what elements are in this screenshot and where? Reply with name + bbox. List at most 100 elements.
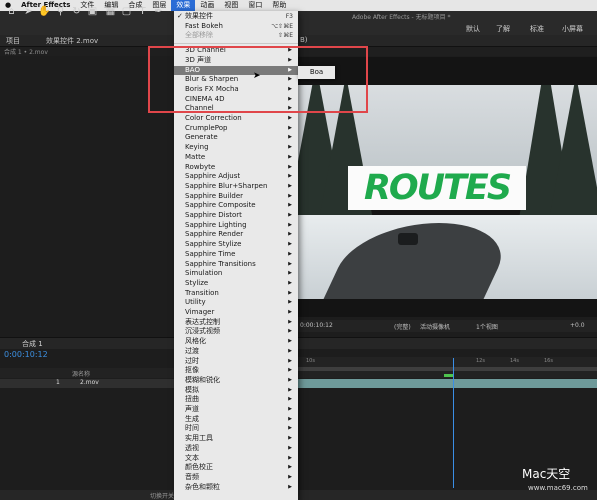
submenu-arrow-icon: ▶ <box>288 270 292 277</box>
menu-item-41[interactable]: 声道 ▶ <box>174 405 298 415</box>
menu-view[interactable]: 视图 <box>219 0 243 11</box>
viewer-timecode[interactable]: 0:00:10:12 <box>300 322 333 329</box>
submenu-arrow-icon: ▶ <box>288 454 292 461</box>
pan-tool-icon[interactable]: ▦ <box>104 5 117 18</box>
menu-item-label: Fast Bokeh <box>185 21 223 30</box>
menu-item-22[interactable]: Sapphire Lighting ▶ <box>174 221 298 231</box>
menu-item-16[interactable]: Rowbyte ▶ <box>174 163 298 173</box>
menu-item-44[interactable]: 实用工具 ▶ <box>174 434 298 444</box>
menu-item-40[interactable]: 扭曲 ▶ <box>174 395 298 405</box>
menu-item-0[interactable]: ✓ 效果控件 F3 <box>174 12 298 22</box>
menu-item-38[interactable]: 模糊和锐化 ▶ <box>174 376 298 386</box>
workspace-default[interactable]: 默认 <box>466 24 480 34</box>
menu-item-29[interactable]: Transition ▶ <box>174 289 298 299</box>
menu-item-43[interactable]: 时间 ▶ <box>174 424 298 434</box>
home-icon[interactable]: ⌂ <box>5 5 18 18</box>
menu-item-15[interactable]: Matte ▶ <box>174 153 298 163</box>
menu-item-24[interactable]: Sapphire Stylize ▶ <box>174 240 298 250</box>
workspace-small-screen[interactable]: 小屏幕 <box>562 24 583 34</box>
menu-item-label: 音频 <box>185 472 199 481</box>
title-card-text: ROUTES <box>363 168 512 208</box>
menu-item-47[interactable]: 颜色校正 ▶ <box>174 463 298 473</box>
workspace-learn[interactable]: 了解 <box>496 24 510 34</box>
menu-item-label: Sapphire Render <box>185 230 244 239</box>
menu-item-26[interactable]: Sapphire Transitions ▶ <box>174 260 298 270</box>
menu-item-11[interactable]: Color Correction ▶ <box>174 114 298 124</box>
zoom-tool-icon[interactable]: ⚲ <box>54 5 67 18</box>
layer-name: 2.mov <box>80 379 99 386</box>
menu-animation[interactable]: 动画 <box>195 0 219 11</box>
exposure-value[interactable]: +0.0 <box>570 322 585 329</box>
views-select[interactable]: 1个视图 <box>476 322 498 331</box>
menu-item-label: 模糊和锐化 <box>185 375 220 384</box>
pen-tool-icon[interactable]: ✒ <box>152 5 165 18</box>
quality-select[interactable]: (完整) <box>394 322 411 331</box>
workspace-standard[interactable]: 标准 <box>530 24 544 34</box>
submenu-arrow-icon: ▶ <box>288 241 292 248</box>
menu-item-label: 扭曲 <box>185 395 199 404</box>
submenu-arrow-icon: ▶ <box>288 260 292 267</box>
ruler-label: 12s <box>476 358 485 364</box>
tab-effect-controls[interactable]: 效果控件 2.mov <box>46 36 98 46</box>
submenu-arrow-icon: ▶ <box>288 192 292 199</box>
menu-item-label: CrumplePop <box>185 123 228 132</box>
menu-item-20[interactable]: Sapphire Composite ▶ <box>174 201 298 211</box>
menu-item-35[interactable]: 过渡 ▶ <box>174 347 298 357</box>
playhead[interactable] <box>453 358 454 488</box>
menu-item-27[interactable]: Simulation ▶ <box>174 269 298 279</box>
menu-item-shortcut: ⌥⇧⌘E <box>271 22 293 30</box>
menu-item-13[interactable]: Generate ▶ <box>174 133 298 143</box>
menu-item-17[interactable]: Sapphire Adjust ▶ <box>174 172 298 182</box>
type-tool-icon[interactable]: T <box>136 5 149 18</box>
submenu-arrow-icon: ▶ <box>288 279 292 286</box>
menu-item-14[interactable]: Keying ▶ <box>174 143 298 153</box>
menu-item-label: Utility <box>185 298 206 307</box>
menu-item-32[interactable]: 表达式控制 ▶ <box>174 318 298 328</box>
menu-item-36[interactable]: 过时 ▶ <box>174 357 298 367</box>
menu-item-23[interactable]: Sapphire Render ▶ <box>174 230 298 240</box>
tab-timeline-comp[interactable]: 合成 1 <box>22 339 43 349</box>
menu-item-21[interactable]: Sapphire Distort ▶ <box>174 211 298 221</box>
work-area-bar[interactable] <box>298 367 597 371</box>
menu-item-30[interactable]: Utility ▶ <box>174 298 298 308</box>
menu-item-label: Sapphire Blur+Sharpen <box>185 181 268 190</box>
camera-tool-icon[interactable]: ▣ <box>86 5 99 18</box>
menu-item-46[interactable]: 文本 ▶ <box>174 454 298 464</box>
selection-tool-icon[interactable]: ➤ <box>22 5 35 18</box>
menu-item-label: Transition <box>185 288 219 297</box>
rotate-tool-icon[interactable]: ↻ <box>70 5 83 18</box>
timeline-timecode[interactable]: 0:00:10:12 <box>4 350 48 359</box>
time-ruler[interactable]: 10s 12s 14s 16s <box>298 357 597 367</box>
tab-project[interactable]: 项目 <box>6 36 20 46</box>
menu-item-18[interactable]: Sapphire Blur+Sharpen ▶ <box>174 182 298 192</box>
submenu-arrow-icon: ▶ <box>288 202 292 209</box>
menu-item-37[interactable]: 抠像 ▶ <box>174 366 298 376</box>
menu-item-39[interactable]: 模拟 ▶ <box>174 386 298 396</box>
camera-select[interactable]: 活动摄像机 <box>420 322 450 331</box>
hand-tool-icon[interactable]: ✋ <box>38 5 51 18</box>
menu-item-12[interactable]: CrumplePop ▶ <box>174 124 298 134</box>
car <box>398 233 418 245</box>
menu-item-45[interactable]: 透视 ▶ <box>174 444 298 454</box>
menu-item-19[interactable]: Sapphire Builder ▶ <box>174 192 298 202</box>
menu-item-1[interactable]: Fast Bokeh ⌥⇧⌘E <box>174 22 298 32</box>
submenu-arrow-icon: ▶ <box>288 444 292 451</box>
menu-effect[interactable]: 效果 <box>171 0 196 11</box>
menu-item-33[interactable]: 沉浸式视频 ▶ <box>174 327 298 337</box>
menu-help[interactable]: 帮助 <box>267 0 291 11</box>
mask-tool-icon[interactable]: ▢ <box>120 5 133 18</box>
menu-item-48[interactable]: 音频 ▶ <box>174 473 298 483</box>
menu-window[interactable]: 窗口 <box>243 0 267 11</box>
tab-composition-right[interactable]: B) <box>300 36 308 44</box>
layer-row[interactable]: 1 2.mov <box>0 379 175 388</box>
ruler-label: 10s <box>306 358 315 364</box>
menu-item-25[interactable]: Sapphire Time ▶ <box>174 250 298 260</box>
menu-item-49[interactable]: 杂色和颗粒 ▶ <box>174 483 298 493</box>
menu-item-34[interactable]: 风格化 ▶ <box>174 337 298 347</box>
layer-duration-bar[interactable] <box>298 379 597 388</box>
menu-item-42[interactable]: 生成 ▶ <box>174 415 298 425</box>
menu-item-label: Simulation <box>185 269 223 278</box>
menu-item-28[interactable]: Stylize ▶ <box>174 279 298 289</box>
menu-item-31[interactable]: Vimager ▶ <box>174 308 298 318</box>
menu-item-label: 全部移除 <box>185 31 213 40</box>
